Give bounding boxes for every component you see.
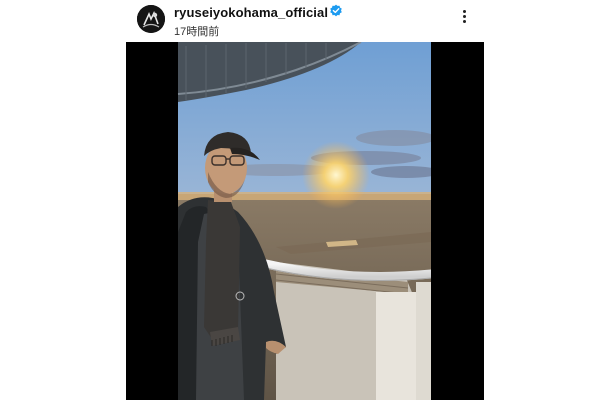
post-photo[interactable] bbox=[126, 42, 484, 400]
post-header: ryuseiyokohama_official 17時間前 bbox=[0, 0, 610, 42]
profile-avatar-icon[interactable] bbox=[137, 5, 165, 33]
sunset-balcony-photo bbox=[126, 42, 484, 400]
more-options-icon[interactable] bbox=[456, 8, 472, 28]
photo-content bbox=[177, 42, 441, 400]
post-timestamp: 17時間前 bbox=[174, 26, 220, 38]
username-link[interactable]: ryuseiyokohama_official bbox=[174, 5, 328, 20]
verified-badge-icon bbox=[330, 4, 342, 17]
